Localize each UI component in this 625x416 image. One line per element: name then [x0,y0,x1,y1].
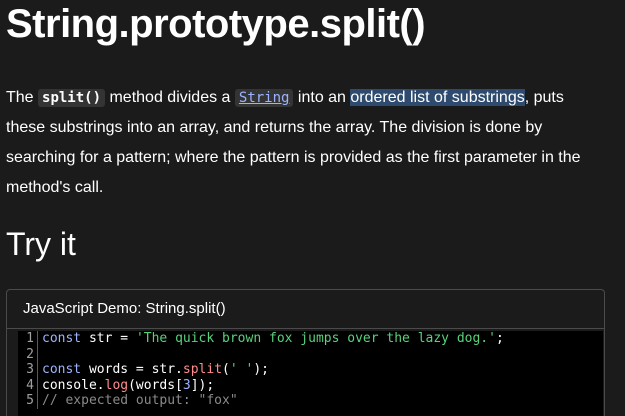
code-string: ' ' [229,362,254,377]
code-string: 'The quick brown fox jumps over the lazy… [135,331,496,346]
code-keyword: const [42,362,82,377]
page-title: String.prototype.split() [6,2,426,46]
code-text: words = str. [81,362,183,377]
code-text: console. [42,377,105,393]
intro-paragraph: The split() method divides a String into… [6,83,606,203]
intro-mid-2: into an [293,89,351,106]
code-line-5: 5 // expected output: "fox" [18,393,603,409]
string-link[interactable]: String [234,89,294,107]
demo-title: JavaScript Demo: String.split() [7,290,604,329]
code-number: 3 [182,377,191,393]
line-number: 2 [18,346,38,362]
code-function: split [182,362,223,377]
code-text: str = [81,331,136,346]
line-number: 1 [18,331,38,347]
code-line-3: 3 const words = str.split(' '); [18,362,603,378]
code-keyword: const [42,331,82,346]
line-number: 5 [18,393,38,409]
code-text: ( [222,362,230,377]
code-comment: // expected output: "fox" [42,393,238,408]
line-number: 4 [18,377,38,393]
code-line-2: 2 [18,346,603,362]
code-line-4: 4 console.log(words[3]); [18,377,603,393]
try-it-heading: Try it [6,226,76,262]
interactive-demo: JavaScript Demo: String.split() 1 const s… [6,289,605,416]
line-number: 3 [18,362,38,378]
intro-prefix: The [6,89,39,106]
code-line-1: 1 const str = 'The quick brown fox jumps … [18,331,603,347]
split-method-code: split() [38,89,106,107]
intro-mid-1: method divides a [105,89,235,106]
code-editor[interactable]: 1 const str = 'The quick brown fox jumps … [18,331,603,416]
code-text: ); [253,362,269,377]
highlighted-text: ordered list of substrings [350,89,525,106]
code-function: log [104,377,129,393]
code-text: ; [495,331,504,346]
code-text: ]); [190,377,215,393]
code-text: (words[ [128,377,183,393]
